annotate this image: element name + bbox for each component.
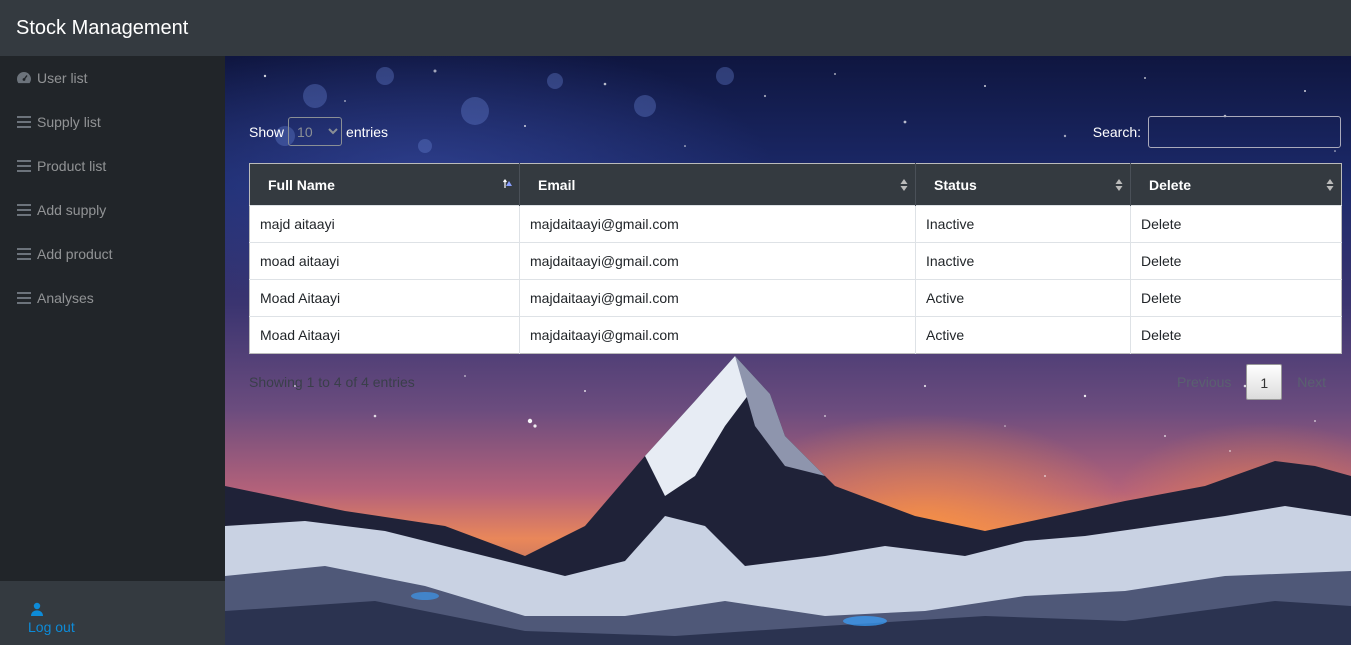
search-input[interactable]: [1148, 116, 1341, 148]
status-toggle-link[interactable]: Active: [915, 279, 1131, 317]
entries-length-control: Show 10 entries: [249, 117, 388, 146]
column-header-full-name[interactable]: Full Name: [249, 163, 520, 206]
sidebar-item-product-list[interactable]: Product list: [16, 155, 106, 177]
search-label: Search:: [1092, 124, 1141, 140]
column-header-delete[interactable]: Delete: [1130, 163, 1342, 206]
table-header-row: Full Name Email Status Delete: [249, 163, 1342, 206]
cell-full-name: majd aitaayi: [249, 205, 520, 243]
sidebar-item-label: Analyses: [37, 290, 94, 306]
sort-ascending-icon: [503, 179, 512, 188]
list-icon: [16, 203, 32, 217]
sidebar-item-add-supply[interactable]: Add supply: [16, 199, 106, 221]
dashboard-gauge-icon: [16, 71, 32, 85]
sidebar-item-analyses[interactable]: Analyses: [16, 287, 94, 309]
entries-length-select[interactable]: 10: [288, 117, 343, 146]
app-title[interactable]: Stock Management: [16, 16, 188, 40]
previous-page-button[interactable]: Previous: [1162, 364, 1246, 400]
sort-both-icon: [1326, 179, 1334, 191]
logout-label: Log out: [28, 619, 75, 635]
list-icon: [16, 115, 32, 129]
sidebar-item-label: Add supply: [37, 202, 107, 218]
column-header-email[interactable]: Email: [519, 163, 916, 206]
sidebar-footer: Log out: [0, 581, 225, 645]
table-row: majd aitaayi majdaitaayi@gmail.com Inact…: [249, 205, 1342, 243]
next-page-button[interactable]: Next: [1282, 364, 1341, 400]
sidebar-item-supply-list[interactable]: Supply list: [16, 111, 101, 133]
page-button-current[interactable]: 1: [1246, 364, 1283, 400]
cell-email: majdaitaayi@gmail.com: [519, 242, 916, 280]
show-label: Show: [249, 123, 285, 140]
cell-full-name: Moad Aitaayi: [249, 279, 520, 317]
sidebar-item-add-product[interactable]: Add product: [16, 243, 113, 265]
cell-email: majdaitaayi@gmail.com: [519, 316, 916, 354]
cell-email: majdaitaayi@gmail.com: [519, 205, 916, 243]
delete-link[interactable]: Delete: [1130, 279, 1342, 317]
sidebar-item-label: Add product: [37, 246, 113, 262]
sidebar-item-user-list[interactable]: User list: [16, 67, 88, 89]
column-header-status[interactable]: Status: [915, 163, 1131, 206]
status-toggle-link[interactable]: Active: [915, 316, 1131, 354]
status-toggle-link[interactable]: Inactive: [915, 205, 1131, 243]
table-row: Moad Aitaayi majdaitaayi@gmail.com Activ…: [249, 279, 1342, 317]
list-icon: [16, 247, 32, 261]
sort-both-icon: [1115, 179, 1123, 191]
delete-link[interactable]: Delete: [1130, 316, 1342, 354]
sidebar-item-label: Supply list: [37, 114, 101, 130]
table-row: Moad Aitaayi majdaitaayi@gmail.com Activ…: [249, 316, 1342, 354]
list-icon: [16, 291, 32, 305]
top-navbar: Stock Management: [0, 0, 1351, 56]
delete-link[interactable]: Delete: [1130, 205, 1342, 243]
entries-label: entries: [346, 123, 389, 140]
cell-email: majdaitaayi@gmail.com: [519, 279, 916, 317]
pagination: Previous 1 Next: [1162, 364, 1341, 400]
status-toggle-link[interactable]: Inactive: [915, 242, 1131, 280]
delete-link[interactable]: Delete: [1130, 242, 1342, 280]
table-info: Showing 1 to 4 of 4 entries: [249, 374, 415, 390]
main-content: Show 10 entries Search: Full Name Email …: [225, 56, 1351, 645]
sidebar-item-label: User list: [37, 70, 88, 86]
cell-full-name: moad aitaayi: [249, 242, 520, 280]
user-icon: [30, 602, 44, 616]
table-row: moad aitaayi majdaitaayi@gmail.com Inact…: [249, 242, 1342, 280]
sidebar: User list Supply list Product list Add s…: [0, 56, 225, 645]
users-table: Full Name Email Status Delete majd aitaa…: [249, 163, 1342, 354]
list-icon: [16, 159, 32, 173]
logout-link[interactable]: Log out: [28, 602, 75, 635]
table-search: Search:: [1093, 116, 1341, 148]
cell-full-name: Moad Aitaayi: [249, 316, 520, 354]
sort-both-icon: [900, 179, 908, 191]
sidebar-item-label: Product list: [37, 158, 107, 174]
